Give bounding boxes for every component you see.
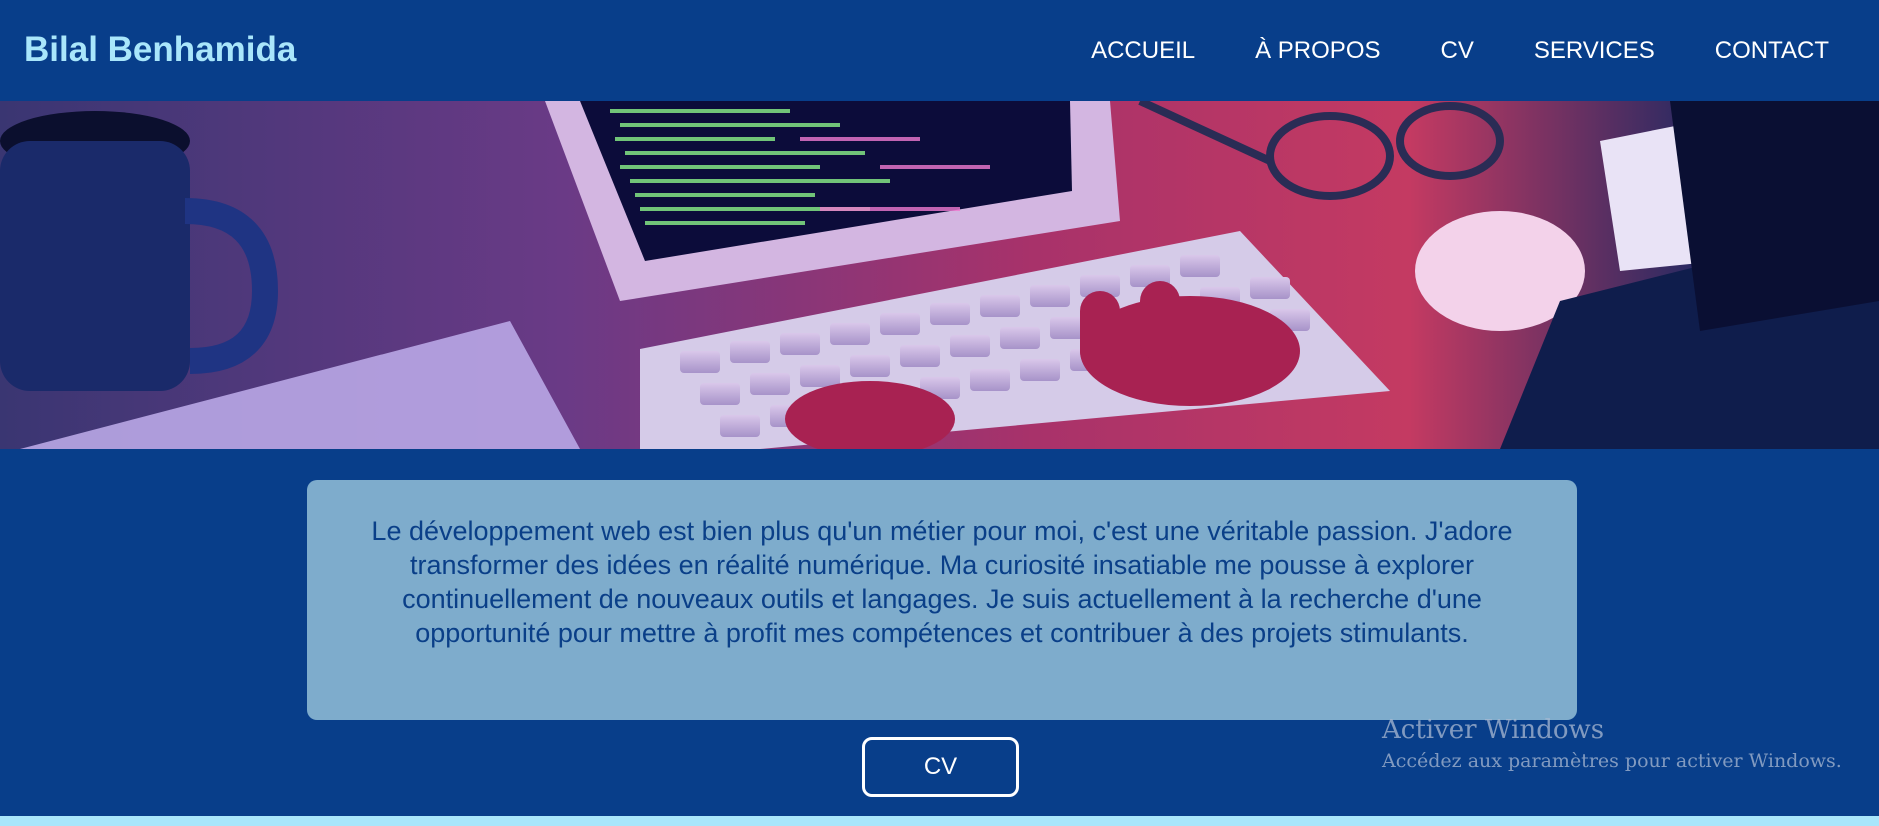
nav-a-propos[interactable]: À PROPOS bbox=[1255, 37, 1380, 65]
nav-accueil[interactable]: ACCUEIL bbox=[1091, 37, 1195, 65]
cv-button[interactable]: CV bbox=[862, 737, 1019, 797]
footer-strip bbox=[0, 816, 1879, 826]
nav-contact[interactable]: CONTACT bbox=[1715, 37, 1829, 65]
nav-cv[interactable]: CV bbox=[1441, 37, 1474, 65]
hero-image bbox=[0, 101, 1879, 449]
watermark-title: Activer Windows bbox=[1382, 715, 1605, 745]
about-box: Le développement web est bien plus qu'un… bbox=[307, 480, 1577, 720]
hero-illustration bbox=[0, 101, 1879, 449]
site-header: Bilal Benhamida ACCUEIL À PROPOS CV SERV… bbox=[0, 0, 1879, 101]
watermark-subtitle: Accédez aux paramètres pour activer Wind… bbox=[1382, 750, 1842, 772]
page: Bilal Benhamida ACCUEIL À PROPOS CV SERV… bbox=[0, 0, 1879, 826]
windows-activation-watermark: Activer Windows Accédez aux paramètres p… bbox=[1382, 714, 1842, 776]
about-text: Le développement web est bien plus qu'un… bbox=[371, 516, 1513, 648]
site-brand[interactable]: Bilal Benhamida bbox=[24, 30, 296, 70]
nav-services[interactable]: SERVICES bbox=[1534, 37, 1655, 65]
main-nav: ACCUEIL À PROPOS CV SERVICES CONTACT bbox=[1091, 0, 1829, 101]
